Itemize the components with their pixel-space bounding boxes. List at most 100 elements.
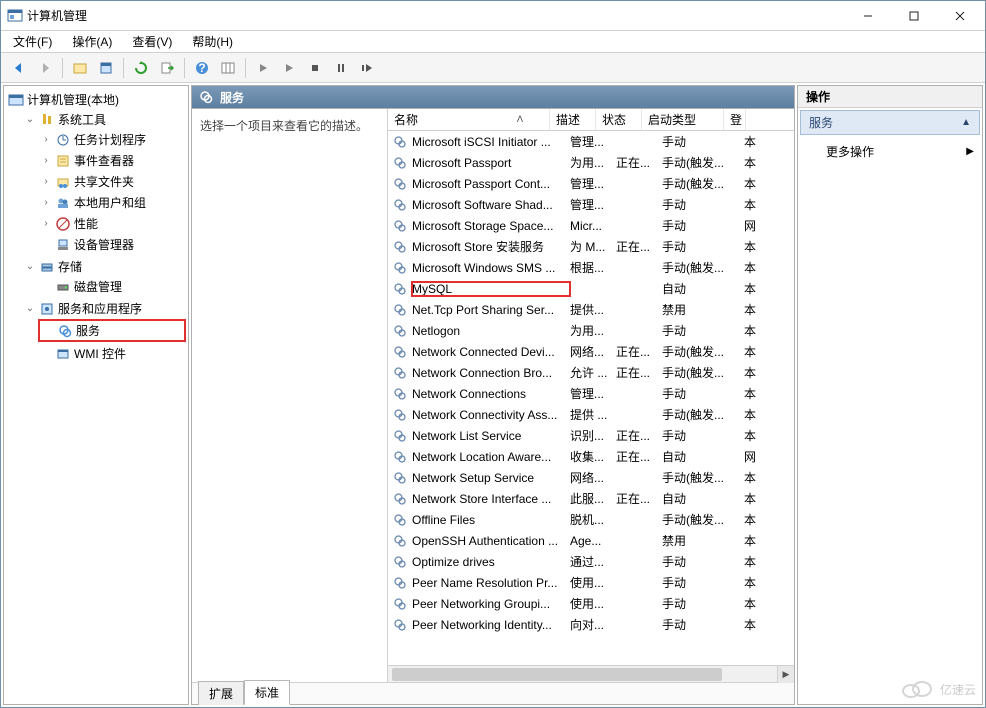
tab-standard[interactable]: 标准 bbox=[244, 680, 290, 705]
help-button[interactable]: ? bbox=[190, 56, 214, 80]
service-startup: 手动(触发... bbox=[662, 154, 744, 171]
service-row[interactable]: Net.Tcp Port Sharing Ser...提供...禁用本 bbox=[388, 299, 794, 320]
service-startup: 手动(触发... bbox=[662, 259, 744, 276]
col-desc[interactable]: 描述 bbox=[550, 109, 596, 130]
service-logon: 本 bbox=[744, 259, 766, 276]
caret-right-icon[interactable]: › bbox=[40, 218, 52, 229]
service-name: Network Setup Service bbox=[412, 471, 570, 485]
service-row[interactable]: Network Setup Service网络...手动(触发...本 bbox=[388, 467, 794, 488]
scroll-right-button[interactable]: ▶ bbox=[777, 666, 794, 683]
service-gear-icon bbox=[392, 176, 408, 192]
caret-down-icon[interactable]: ⌄ bbox=[24, 114, 36, 125]
caret-right-icon[interactable]: › bbox=[40, 134, 52, 145]
tab-extended[interactable]: 扩展 bbox=[198, 681, 244, 705]
menu-help[interactable]: 帮助(H) bbox=[186, 31, 239, 52]
service-row[interactable]: Network Location Aware...收集...正在...自动网 bbox=[388, 446, 794, 467]
service-row[interactable]: OpenSSH Authentication ...Age...禁用本 bbox=[388, 530, 794, 551]
menu-file[interactable]: 文件(F) bbox=[7, 31, 58, 52]
actions-panel: 操作 服务 ▲ 更多操作 ▶ bbox=[797, 85, 983, 705]
maximize-button[interactable] bbox=[891, 2, 937, 30]
tree-shared-folders[interactable]: ›共享文件夹 bbox=[38, 172, 186, 191]
stop-service-button[interactable] bbox=[303, 56, 327, 80]
scrollbar-thumb[interactable] bbox=[392, 668, 722, 681]
horizontal-scrollbar[interactable]: ▶ bbox=[388, 665, 794, 682]
refresh-button[interactable] bbox=[129, 56, 153, 80]
service-row[interactable]: Network Store Interface ...此服...正在...自动本 bbox=[388, 488, 794, 509]
service-name: Network Connectivity Ass... bbox=[412, 408, 570, 422]
service-name: Network Store Interface ... bbox=[412, 492, 570, 506]
titlebar[interactable]: 计算机管理 bbox=[1, 1, 985, 31]
tree-disk-management[interactable]: 磁盘管理 bbox=[38, 277, 186, 296]
menu-view[interactable]: 查看(V) bbox=[126, 31, 178, 52]
properties-button[interactable] bbox=[94, 56, 118, 80]
restart-service-button[interactable] bbox=[355, 56, 379, 80]
service-row[interactable]: Microsoft iSCSI Initiator ...管理...手动本 bbox=[388, 131, 794, 152]
caret-right-icon[interactable]: › bbox=[40, 197, 52, 208]
caret-down-icon[interactable]: ⌄ bbox=[24, 303, 36, 314]
service-row[interactable]: Microsoft Windows SMS ...根据...手动(触发...本 bbox=[388, 257, 794, 278]
tree-system-tools[interactable]: ⌄ 系统工具 bbox=[22, 110, 186, 129]
service-logon: 网 bbox=[744, 448, 766, 465]
service-row[interactable]: Network Connections管理...手动本 bbox=[388, 383, 794, 404]
service-row[interactable]: Optimize drives通过...手动本 bbox=[388, 551, 794, 572]
forward-button[interactable] bbox=[33, 56, 57, 80]
caret-right-icon[interactable]: › bbox=[40, 155, 52, 166]
start-service-button[interactable] bbox=[251, 56, 275, 80]
service-startup: 手动 bbox=[662, 574, 744, 591]
col-name[interactable]: 名称ᐱ bbox=[388, 109, 550, 130]
service-row[interactable]: Microsoft Store 安装服务为 M...正在...手动本 bbox=[388, 236, 794, 257]
service-startup: 自动 bbox=[662, 490, 744, 507]
service-logon: 本 bbox=[744, 553, 766, 570]
col-logon[interactable]: 登 bbox=[724, 109, 746, 130]
service-row[interactable]: Network Connectivity Ass...提供 ...手动(触发..… bbox=[388, 404, 794, 425]
service-row[interactable]: Microsoft Storage Space...Micr...手动网 bbox=[388, 215, 794, 236]
service-row[interactable]: Microsoft Passport为用...正在...手动(触发...本 bbox=[388, 152, 794, 173]
back-button[interactable] bbox=[7, 56, 31, 80]
tree-local-users[interactable]: ›本地用户和组 bbox=[38, 193, 186, 212]
minimize-button[interactable] bbox=[845, 2, 891, 30]
service-row[interactable]: Peer Networking Identity...向对...手动本 bbox=[388, 614, 794, 635]
tree-services-apps[interactable]: ⌄服务和应用程序 bbox=[22, 299, 186, 318]
tree-task-scheduler[interactable]: ›任务计划程序 bbox=[38, 130, 186, 149]
service-gear-icon bbox=[392, 386, 408, 402]
pause-service-button[interactable] bbox=[329, 56, 353, 80]
service-row[interactable]: Microsoft Software Shad...管理...手动本 bbox=[388, 194, 794, 215]
action-more[interactable]: 更多操作 ▶ bbox=[798, 137, 982, 166]
export-button[interactable] bbox=[155, 56, 179, 80]
service-row[interactable]: MySQL自动本 bbox=[388, 278, 794, 299]
service-desc: 网络... bbox=[570, 469, 616, 486]
tree-device-manager[interactable]: 设备管理器 bbox=[38, 235, 186, 254]
service-desc: 此服... bbox=[570, 490, 616, 507]
tree-wmi[interactable]: WMI 控件 bbox=[38, 344, 186, 363]
menu-action[interactable]: 操作(A) bbox=[66, 31, 118, 52]
start-service-alt-button[interactable] bbox=[277, 56, 301, 80]
service-row[interactable]: Microsoft Passport Cont...管理...手动(触发...本 bbox=[388, 173, 794, 194]
service-row[interactable]: Network Connected Devi...网络...正在...手动(触发… bbox=[388, 341, 794, 362]
service-startup: 手动 bbox=[662, 196, 744, 213]
service-logon: 本 bbox=[744, 322, 766, 339]
tree-event-viewer[interactable]: ›事件查看器 bbox=[38, 151, 186, 170]
tree-performance[interactable]: ›性能 bbox=[38, 214, 186, 233]
service-row[interactable]: Offline Files脱机...手动(触发...本 bbox=[388, 509, 794, 530]
service-startup: 手动(触发... bbox=[662, 511, 744, 528]
close-button[interactable] bbox=[937, 2, 983, 30]
collapse-icon: ▲ bbox=[961, 117, 971, 128]
tree-root[interactable]: 计算机管理(本地) bbox=[6, 90, 186, 109]
up-button[interactable] bbox=[68, 56, 92, 80]
service-name: MySQL bbox=[412, 282, 570, 296]
caret-down-icon[interactable]: ⌄ bbox=[24, 261, 36, 272]
service-row[interactable]: Netlogon为用...手动本 bbox=[388, 320, 794, 341]
actions-section-services[interactable]: 服务 ▲ bbox=[800, 110, 980, 135]
service-gear-icon bbox=[392, 533, 408, 549]
tree-services[interactable]: 服务 bbox=[38, 319, 186, 342]
service-row[interactable]: Peer Name Resolution Pr...使用...手动本 bbox=[388, 572, 794, 593]
caret-right-icon[interactable]: › bbox=[40, 176, 52, 187]
service-row[interactable]: Network List Service识别...正在...手动本 bbox=[388, 425, 794, 446]
col-status[interactable]: 状态 bbox=[596, 109, 642, 130]
col-startup[interactable]: 启动类型 bbox=[642, 109, 724, 130]
columns-button[interactable] bbox=[216, 56, 240, 80]
service-row[interactable]: Peer Networking Groupi...使用...手动本 bbox=[388, 593, 794, 614]
tree-storage[interactable]: ⌄存储 bbox=[22, 257, 186, 276]
svg-text:?: ? bbox=[198, 61, 205, 75]
service-row[interactable]: Network Connection Bro...允许 ...正在...手动(触… bbox=[388, 362, 794, 383]
